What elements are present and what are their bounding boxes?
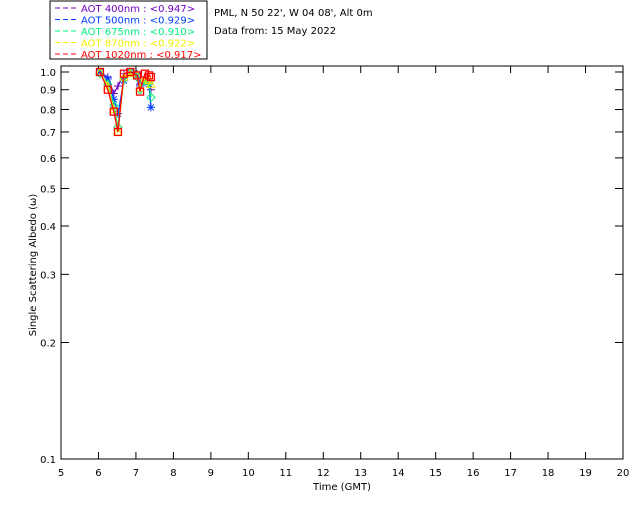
x-tick-label: 20	[617, 468, 630, 479]
x-tick-label: 5	[58, 468, 64, 479]
legend-entry: AOT 675nm : <0.910>	[81, 27, 195, 38]
x-tick-label: 18	[542, 468, 555, 479]
x-axis-label: Time (GMT)	[312, 482, 371, 493]
x-tick-label: 16	[467, 468, 480, 479]
legend-entry: AOT 870nm : <0.922>	[81, 39, 195, 50]
y-tick-label: 0.9	[40, 86, 56, 97]
x-tick-label: 8	[170, 468, 176, 479]
x-tick-label: 19	[579, 468, 592, 479]
x-tick-label: 9	[208, 468, 214, 479]
y-axis-label: Single Scattering Albedo (ω)	[28, 194, 39, 337]
x-tick-label: 6	[95, 468, 101, 479]
y-tick-label: 0.3	[40, 270, 56, 281]
plot-area	[60, 65, 624, 460]
y-tick-label: 0.6	[40, 154, 56, 165]
chart: AOT 400nm : <0.947>AOT 500nm : <0.929>AO…	[28, 0, 629, 493]
legend-entry: AOT 1020nm : <0.917>	[81, 50, 201, 61]
x-tick-label: 11	[279, 468, 292, 479]
y-tick-label: 0.2	[40, 339, 56, 350]
y-tick-label: 0.1	[40, 455, 56, 466]
y-tick-label: 0.8	[40, 106, 56, 117]
plot-data	[95, 66, 156, 137]
x-tick-label: 17	[504, 468, 517, 479]
axes: 5 6 7 8 9 10 11 12 13 14 15 16 17 18 19 20 0.1 0.2 0.3 0.4 0…	[40, 66, 629, 479]
y-tick-label: 0.5	[40, 184, 56, 195]
y-tick-label: 0.4	[40, 222, 56, 233]
x-tick-label: 10	[242, 468, 255, 479]
y-tick-label: 0.7	[40, 128, 56, 139]
site-label: PML, N 50 22', W 04 08', Alt 0m	[214, 8, 373, 19]
x-tick-label: 7	[133, 468, 139, 479]
legend-entry: AOT 500nm : <0.929>	[81, 16, 195, 27]
x-tick-label: 12	[317, 468, 330, 479]
x-tick-label: 15	[429, 468, 442, 479]
legend-entry: AOT 400nm : <0.947>	[81, 4, 195, 15]
y-tick-label: 1.0	[40, 68, 56, 79]
point-asterisk	[146, 103, 155, 112]
date-label: Data from: 15 May 2022	[214, 26, 336, 37]
x-tick-label: 14	[392, 468, 405, 479]
x-tick-label: 13	[354, 468, 367, 479]
